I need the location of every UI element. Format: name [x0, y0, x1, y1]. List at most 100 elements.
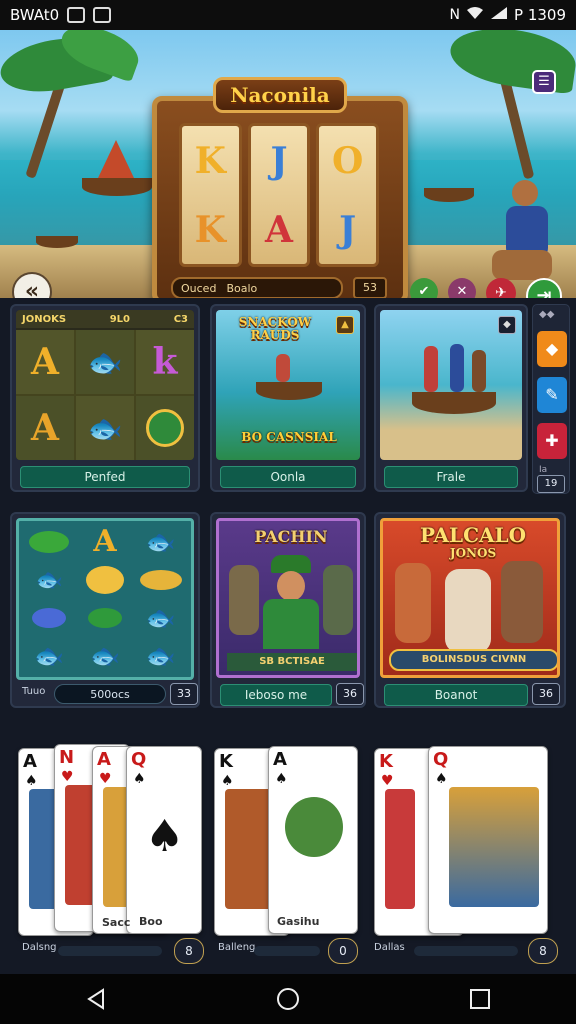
shuffle-action-button[interactable]: ✕ [448, 278, 476, 298]
fish-icon: 🐟 [87, 411, 123, 445]
hero-banner: Naconila K K J A O J Ouced Boalo 53 « ☰ … [0, 30, 576, 298]
leaf-action-button[interactable]: ✔ [410, 278, 438, 298]
spade-icon: ♠ [25, 773, 38, 789]
tile-title: SNACKOW RAUDS [238, 315, 312, 342]
tile-header-right: C3 [173, 313, 188, 325]
card-art [449, 787, 539, 907]
playing-card[interactable]: Q ♠ ♠ Boo [126, 746, 202, 934]
card-rank: N [59, 747, 75, 768]
fish-icon: 🐟 [35, 567, 64, 593]
side-strip-top-label: ◆◆ [539, 309, 555, 320]
card-rank: A [273, 749, 287, 770]
character-face [277, 571, 305, 601]
card-art [285, 797, 343, 857]
system-nav-bar [0, 974, 576, 1024]
tile-counter[interactable]: 36 [532, 683, 560, 705]
reel-1: K K [179, 123, 242, 267]
side-button-orange[interactable]: ◆ [537, 331, 567, 367]
game-tile-slots[interactable]: JONOKS 9L0 C3 A 🐟 k A 🐟 Penfed [10, 304, 200, 492]
tile-header-left: JONOKS [22, 313, 67, 325]
character-figure [501, 561, 543, 643]
reel-2: J A [247, 123, 311, 267]
spade-icon: ♠ [435, 771, 448, 787]
recents-nav-icon[interactable] [460, 979, 500, 1019]
bet-label: Ouced [181, 281, 217, 295]
side-character [323, 565, 353, 635]
side-button-blue[interactable]: ✎ [537, 377, 567, 413]
tile-counter[interactable]: 33 [170, 683, 198, 705]
tile-small-label: Tuuo [22, 686, 46, 697]
tile-art: ◆ [380, 310, 522, 460]
reel-symbol: A [265, 208, 293, 251]
card-rank: K [379, 751, 393, 772]
fish-icon: 🐟 [145, 641, 176, 670]
tile-art: SNACKOW RAUDS BO CASNSIAL ▲ [216, 310, 360, 460]
tile-corner-badge: ◆ [498, 316, 516, 334]
fish-icon: 🐟 [90, 641, 120, 670]
bet-value: Boalo [226, 281, 258, 295]
game-tile-fish-slots[interactable]: A 🐟 🐟 🐟 🐟 🐟 🐟 Tuuo 500ocs 33 [10, 512, 200, 708]
tile-counter[interactable]: 36 [336, 683, 364, 705]
card-caption: Boo [139, 915, 163, 928]
tile-symbol: A [31, 341, 59, 383]
hand-counter[interactable]: 8 [174, 938, 204, 964]
back-nav-icon[interactable] [76, 979, 116, 1019]
tile-art: A 🐟 🐟 🐟 🐟 🐟 🐟 [16, 518, 194, 680]
tile-label: Penfed [20, 466, 190, 488]
heart-icon: ♥ [99, 771, 112, 787]
game-tile-palcalo[interactable]: PALCALO JONOS BOLINSDUS CIVNN Boanot 36 [374, 512, 566, 708]
game-tile-boat-party[interactable]: SNACKOW RAUDS BO CASNSIAL ▲ Oonla [210, 304, 366, 492]
character-figure [395, 563, 431, 643]
gold-coin-icon [139, 570, 182, 591]
side-strip: ◆◆ ◆ ✎ ✚ Ia 19 [532, 304, 570, 494]
hand-label: Dalsng [22, 942, 57, 953]
carrier-text: BWAt0 [10, 6, 60, 24]
tile-title-2: JONOS [449, 546, 497, 560]
tile-subtitle: BO CASNSIAL [241, 430, 337, 444]
bet-amount-input[interactable]: 500ocs [54, 684, 166, 704]
playing-card[interactable]: A ♠ Gasihu [268, 746, 358, 934]
image-notification-icon [67, 7, 86, 23]
nfc-icon: N [449, 7, 460, 23]
card-caption: Sacc [102, 916, 131, 929]
reel-symbol: J [339, 208, 357, 251]
spade-icon: ♠ [145, 811, 185, 862]
tile-symbol: A [93, 524, 117, 560]
side-character [229, 565, 259, 635]
fish-icon: 🐟 [34, 641, 65, 670]
playing-card[interactable]: Q ♠ [428, 746, 548, 934]
spin-button[interactable]: 53 [353, 277, 387, 298]
card-hand-2[interactable]: K ♠ A ♠ Gasihu Balleng 0 [210, 734, 366, 964]
reel-3: O J [316, 123, 379, 267]
hand-counter[interactable]: 8 [528, 938, 558, 964]
menu-button[interactable]: ☰ [532, 70, 556, 94]
rowboat [424, 188, 474, 202]
rower-figure [276, 354, 290, 382]
game-grid: JONOKS 9L0 C3 A 🐟 k A 🐟 Penfed SNACKOW R… [0, 298, 576, 974]
hand-progress [414, 946, 518, 956]
character-coin-icon [146, 409, 184, 447]
card-hand-3[interactable]: K ♥ Q ♠ Dallas 8 [370, 734, 566, 964]
gold-coins-icon [85, 566, 124, 595]
spade-icon: ♠ [133, 771, 146, 787]
rower-figure [472, 350, 486, 392]
tile-art: PALCALO JONOS BOLINSDUS CIVNN [380, 518, 560, 678]
card-rank: A [97, 749, 111, 770]
side-strip-bottom-label: Ia [539, 465, 548, 475]
bet-field[interactable]: Ouced Boalo [171, 277, 343, 298]
slot-machine[interactable]: Naconila K K J A O J Ouced Boalo 53 [152, 77, 408, 298]
game-tile-pachin[interactable]: PACHIN SB BCTISAE Ieboso me 36 [210, 512, 366, 708]
reel-symbol: J [270, 139, 288, 182]
status-bar: BWAt0 N P 1309 [0, 0, 576, 30]
card-rank: A [23, 751, 37, 772]
heart-icon: ♥ [381, 773, 394, 789]
game-tile-beach-rowers[interactable]: ◆ Frale [374, 304, 528, 492]
tile-art: PACHIN SB BCTISAE [216, 518, 360, 678]
hand-counter[interactable]: 0 [328, 938, 358, 964]
home-nav-icon[interactable] [268, 979, 308, 1019]
fish-icon: 🐟 [87, 345, 123, 379]
rower-figure [424, 346, 438, 392]
card-hand-1[interactable]: A ♠ N ♥ A ♥ Q ♠ ♠ Boo Sacc Dalsng 8 [10, 734, 206, 964]
side-button-red[interactable]: ✚ [537, 423, 567, 459]
hand-progress [254, 946, 320, 956]
